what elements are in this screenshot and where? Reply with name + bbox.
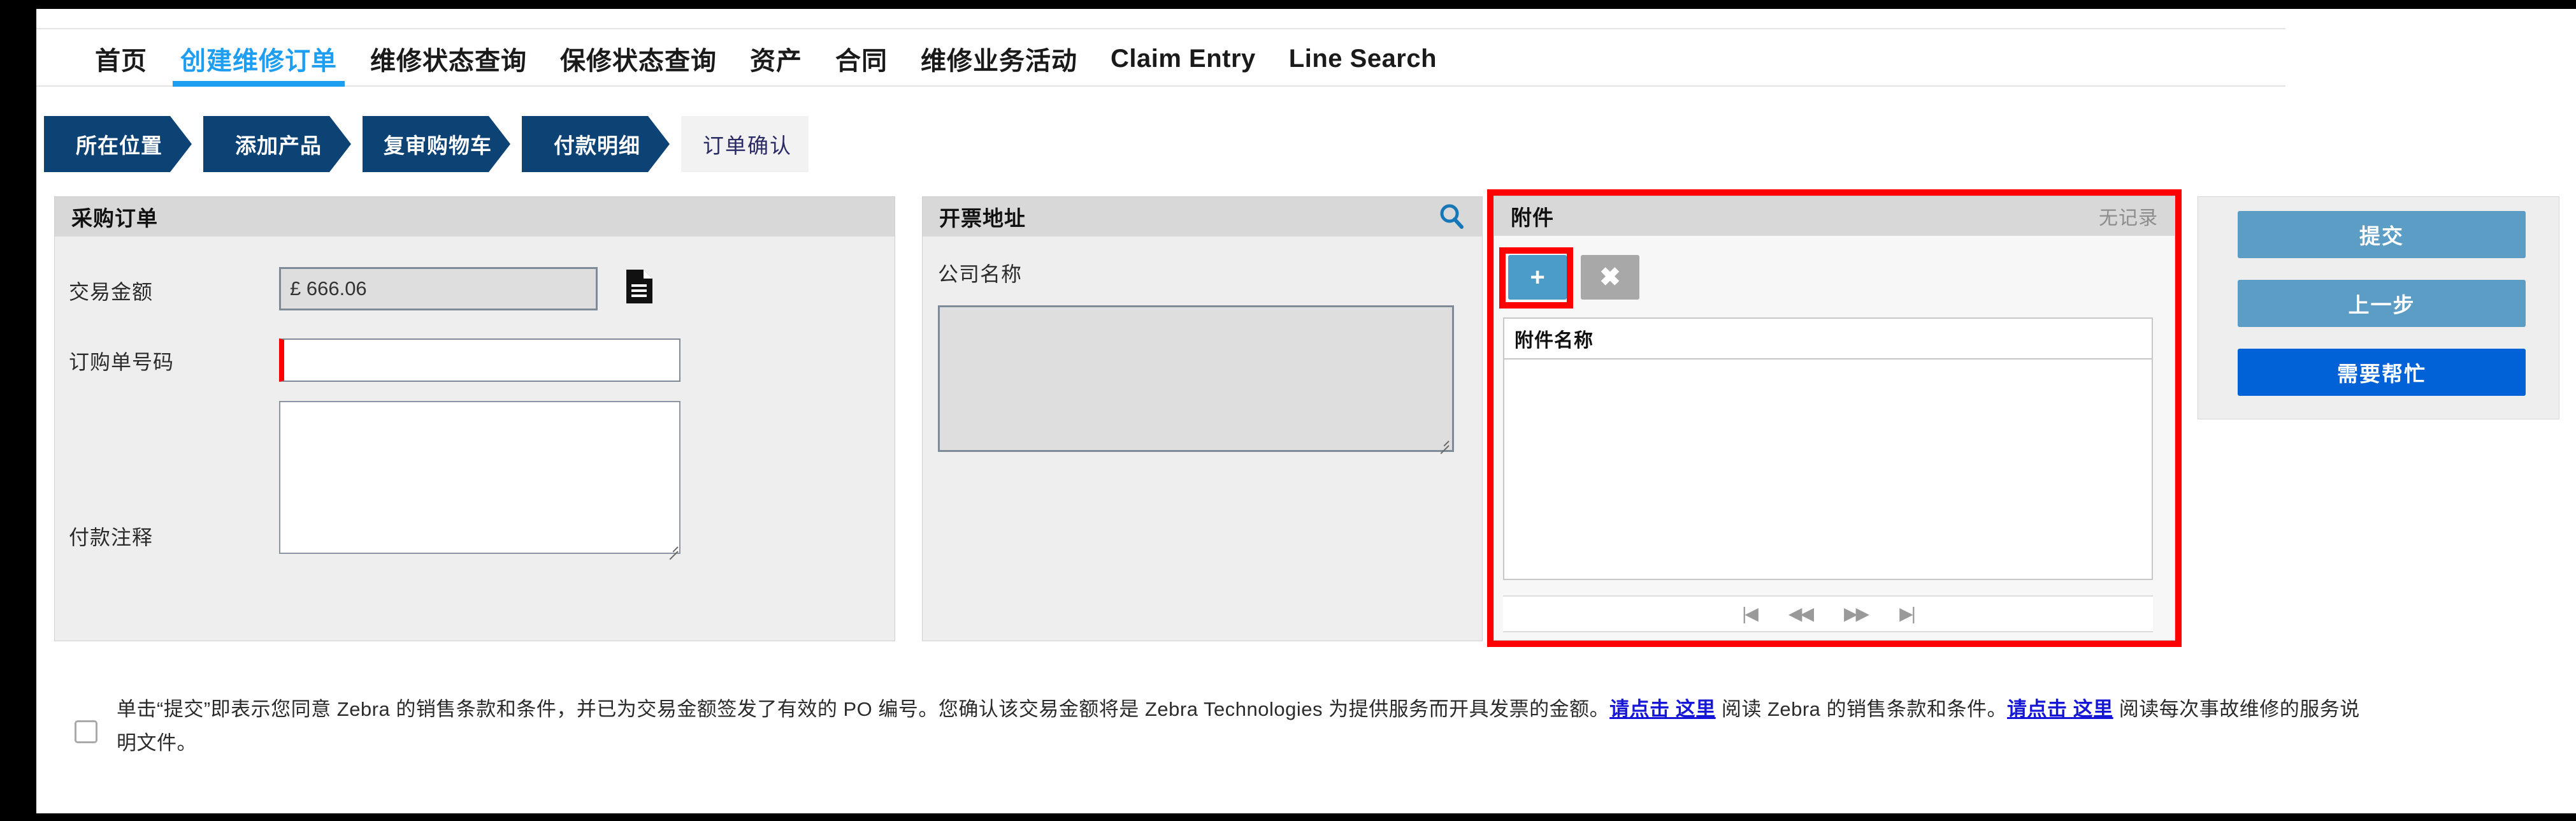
- next-page-icon[interactable]: ▶▶: [1844, 605, 1869, 623]
- purchase-order-title: 采购订单: [71, 207, 158, 230]
- nav-tab-create-repair-order[interactable]: 创建维修订单: [164, 29, 354, 88]
- purchase-order-body: 交易金额 订购单号码: [55, 236, 895, 641]
- terms-link-sales-terms[interactable]: 请点击 这里: [1609, 698, 1716, 720]
- checkout-step-breadcrumb: 所在位置 添加产品 复审购物车 付款明细 订单确认: [44, 116, 820, 172]
- transaction-amount-row: 交易金额: [69, 267, 872, 310]
- po-number-label: 订购单号码: [69, 351, 175, 374]
- step-payment-details[interactable]: 付款明细: [522, 116, 670, 172]
- action-buttons-panel: 提交 上一步 需要帮忙: [2198, 196, 2559, 419]
- nav-tab-claim-entry[interactable]: Claim Entry: [1094, 29, 1272, 88]
- terms-text: 单击“提交”即表示您同意 Zebra 的销售条款和条件，并已为交易金额签发了有效…: [117, 692, 2368, 760]
- nav-tab-repair-status[interactable]: 维修状态查询: [354, 29, 543, 88]
- payment-notes-row: 付款注释: [69, 401, 872, 560]
- billing-address-panel: 开票地址 公司名称: [922, 196, 1483, 641]
- nav-tab-contracts[interactable]: 合同: [819, 29, 904, 88]
- nav-tab-warranty-status[interactable]: 保修状态查询: [543, 29, 733, 88]
- main-navigation: 首页 创建维修订单 维修状态查询 保修状态查询 资产 合同 维修业务活动 Cla…: [36, 28, 2285, 87]
- need-help-button[interactable]: 需要帮忙: [2238, 349, 2526, 396]
- attachments-pagination: |◀ ◀◀ ▶▶ ▶|: [1503, 595, 2153, 632]
- screenshot-root: 首页 创建维修订单 维修状态查询 保修状态查询 资产 合同 维修业务活动 Cla…: [0, 0, 2576, 821]
- payment-notes-label: 付款注释: [69, 526, 154, 549]
- attachments-record-status: 无记录: [2099, 208, 2158, 229]
- nav-tab-home[interactable]: 首页: [78, 29, 164, 88]
- po-number-input[interactable]: [279, 338, 680, 382]
- nav-tab-repair-activity[interactable]: 维修业务活动: [904, 29, 1094, 88]
- document-icon[interactable]: [624, 269, 654, 310]
- billing-address-header-actions: [1437, 203, 1465, 231]
- billing-address-title: 开票地址: [939, 207, 1026, 230]
- nav-tab-line-search[interactable]: Line Search: [1272, 29, 1453, 88]
- attachments-table: 附件名称: [1503, 317, 2153, 580]
- attachments-highlight-box: 附件 无记录 + ✖ 附件名称 |◀ ◀◀ ▶▶ ▶|: [1487, 189, 2182, 647]
- attachments-panel: 附件 无记录 + ✖ 附件名称 |◀ ◀◀ ▶▶ ▶|: [1493, 196, 2175, 641]
- submit-button[interactable]: 提交: [2238, 211, 2526, 258]
- terms-checkbox[interactable]: [75, 720, 97, 743]
- step-location[interactable]: 所在位置: [44, 116, 192, 172]
- purchase-order-panel: 采购订单 交易金额 £ 666.06 订购单号码 付款注释: [54, 196, 895, 641]
- company-name-textarea[interactable]: [938, 305, 1454, 452]
- po-number-row: 订购单号码: [69, 338, 872, 382]
- billing-address-body: 公司名称: [923, 236, 1482, 641]
- transaction-amount-field[interactable]: [279, 267, 598, 310]
- previous-step-button[interactable]: 上一步: [2238, 280, 2526, 327]
- previous-page-icon[interactable]: ◀◀: [1788, 605, 1814, 623]
- step-order-confirmation: 订单确认: [681, 116, 809, 172]
- step-review-cart[interactable]: 复审购物车: [363, 116, 510, 172]
- attachments-table-body: [1504, 360, 2152, 576]
- step-add-product[interactable]: 添加产品: [203, 116, 351, 172]
- attachments-title: 附件: [1511, 206, 1554, 229]
- attachments-toolbar: + ✖: [1508, 255, 1639, 300]
- add-attachment-button[interactable]: +: [1508, 255, 1567, 300]
- app-canvas: 首页 创建维修订单 维修状态查询 保修状态查询 资产 合同 维修业务活动 Cla…: [36, 9, 2576, 813]
- company-name-label: 公司名称: [938, 263, 1023, 286]
- transaction-amount-label: 交易金额: [69, 280, 154, 303]
- terms-part-1: 单击“提交”即表示您同意 Zebra 的销售条款和条件，并已为交易金额签发了有效…: [117, 698, 1610, 720]
- last-page-icon[interactable]: ▶|: [1899, 605, 1916, 623]
- search-icon[interactable]: [1437, 203, 1465, 231]
- nav-tab-assets[interactable]: 资产: [733, 29, 819, 88]
- first-page-icon[interactable]: |◀: [1742, 605, 1759, 623]
- terms-link-service-description[interactable]: 请点击 这里: [2007, 698, 2113, 720]
- billing-address-header: 开票地址: [923, 197, 1482, 236]
- terms-agreement-row: 单击“提交”即表示您同意 Zebra 的销售条款和条件，并已为交易金额签发了有效…: [75, 692, 2368, 760]
- purchase-order-header: 采购订单: [55, 197, 895, 236]
- terms-part-2: 阅读 Zebra 的销售条款和条件。: [1715, 698, 2008, 720]
- attachments-column-header-name: 附件名称: [1504, 319, 2152, 360]
- delete-attachment-button[interactable]: ✖: [1581, 255, 1639, 300]
- payment-notes-textarea[interactable]: [279, 401, 680, 554]
- attachments-header: 附件 无记录: [1494, 196, 2175, 236]
